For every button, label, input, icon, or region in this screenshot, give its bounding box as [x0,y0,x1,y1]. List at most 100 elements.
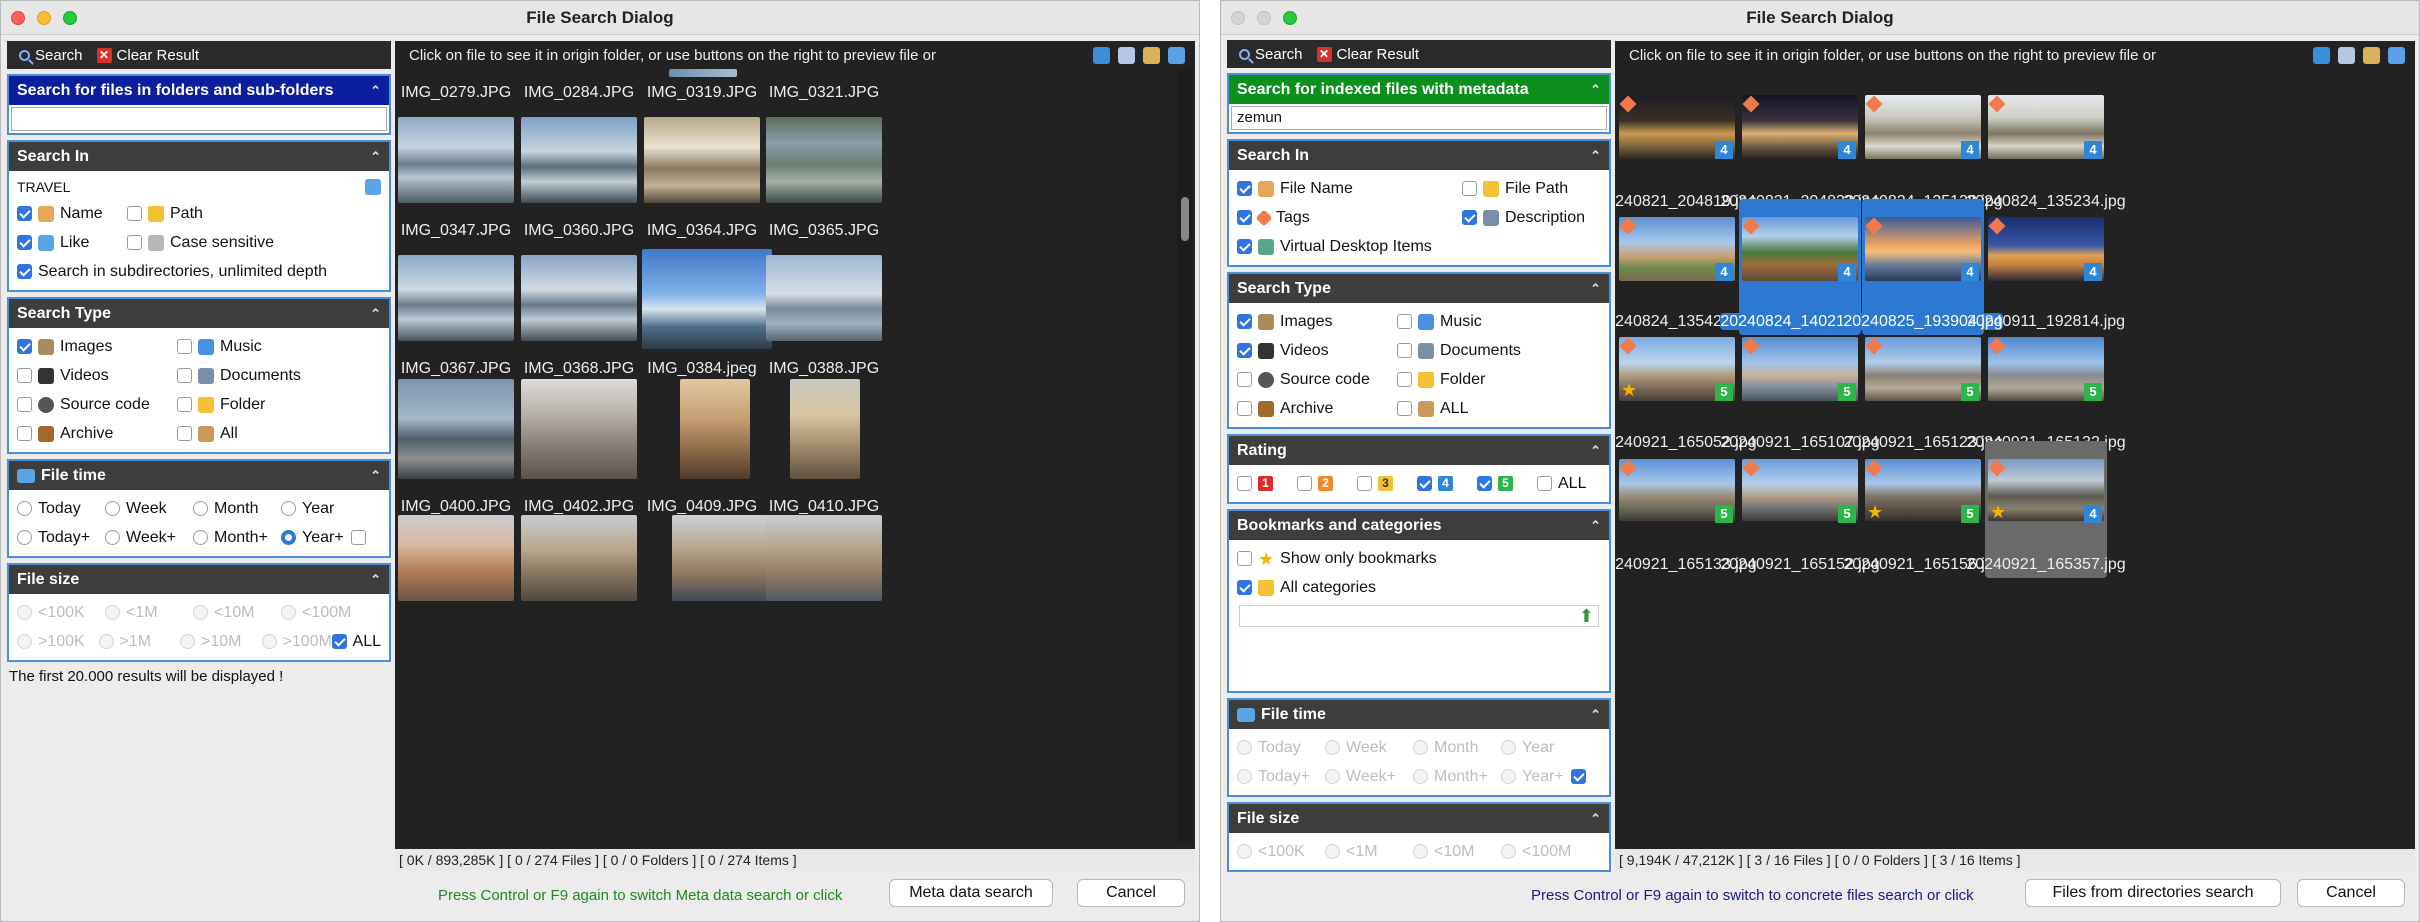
time-week-plus[interactable]: Week+ [1325,768,1413,786]
size-radio[interactable] [1413,844,1428,859]
rating-3[interactable]: 3 [1357,476,1417,491]
rating-1-checkbox[interactable] [1237,476,1252,491]
search-in-header[interactable]: Search In ⌃ [1229,141,1609,170]
image-thumbnail[interactable] [790,379,860,479]
like-checkbox[interactable] [17,235,32,250]
rating-all[interactable]: ALL [1537,475,1586,493]
time-month[interactable]: Month [1413,739,1501,757]
images-checkbox[interactable] [1237,314,1252,329]
week-radio[interactable] [105,501,120,516]
subdirectories-option[interactable]: Search in subdirectories, unlimited dept… [17,263,327,281]
type-images[interactable]: Images [17,338,177,356]
year-plus-radio[interactable] [281,530,296,545]
like-option[interactable]: Like [17,234,127,252]
file-caption[interactable]: IMG_0365.JPG [734,222,914,240]
archive-checkbox[interactable] [17,426,32,441]
metadata-search-input[interactable]: zemun [1231,106,1607,130]
image-preview-icon[interactable] [2363,47,2380,64]
today-plus-radio[interactable] [1237,769,1252,784]
image-thumbnail[interactable] [521,255,637,341]
source-code-checkbox[interactable] [17,397,32,412]
image-thumbnail[interactable] [672,515,772,601]
image-thumbnail[interactable] [521,117,637,203]
type-archive[interactable]: Archive [17,425,177,443]
file-name-option[interactable]: File Name [1237,180,1462,198]
document-preview-icon[interactable] [2338,47,2355,64]
week-plus-radio[interactable] [1325,769,1340,784]
folder-checkbox[interactable] [177,397,192,412]
vertical-scrollbar[interactable] [1177,69,1193,841]
time-year-plus[interactable]: Year+ [281,529,351,547]
rating-all-checkbox[interactable] [1537,476,1552,491]
size-radio[interactable] [1237,844,1252,859]
bookmarks-header[interactable]: Bookmarks and categories ⌃ [1229,511,1609,540]
all-types-checkbox[interactable] [177,426,192,441]
image-thumbnail[interactable] [521,515,637,601]
show-only-bookmarks-checkbox[interactable] [1237,551,1252,566]
documents-checkbox[interactable] [1397,343,1412,358]
search-section-header[interactable]: Search for files in folders and sub-fold… [9,76,389,105]
time-month-plus[interactable]: Month+ [193,529,281,547]
eye-icon[interactable] [2388,47,2405,64]
all-types-checkbox[interactable] [1397,401,1412,416]
time-today[interactable]: Today [17,500,105,518]
show-only-bookmarks-option[interactable]: ★ Show only bookmarks [1237,550,1437,568]
time-year[interactable]: Year [281,500,334,518]
image-thumbnail[interactable] [644,117,760,203]
rating-3-checkbox[interactable] [1357,476,1372,491]
document-preview-icon[interactable] [1118,47,1135,64]
description-option[interactable]: Description [1462,209,1585,227]
rating-1[interactable]: 1 [1237,476,1297,491]
source-code-checkbox[interactable] [1237,372,1252,387]
size-all-checkbox[interactable] [331,634,347,649]
year-plus-radio[interactable] [1501,769,1516,784]
size-radio[interactable] [261,634,277,649]
cancel-button[interactable]: Cancel [2297,879,2405,907]
thumbnail-partial[interactable] [669,69,737,77]
archive-checkbox[interactable] [1237,401,1252,416]
type-documents[interactable]: Documents [177,367,301,385]
upload-arrow-icon[interactable]: ⬆ [1579,606,1594,627]
metadata-search-header[interactable]: Search for indexed files with metadata ⌃ [1229,75,1609,104]
folder-picker-icon[interactable] [365,179,381,195]
rating-header[interactable]: Rating ⌃ [1229,436,1609,465]
size-radio[interactable] [105,605,120,620]
image-thumbnail[interactable] [398,515,514,601]
videos-checkbox[interactable] [17,368,32,383]
rating-2-checkbox[interactable] [1297,476,1312,491]
time-today-plus[interactable]: Today+ [1237,768,1325,786]
file-time-header[interactable]: File time ⌃ [9,461,389,490]
size-radio[interactable] [193,605,208,620]
size-radio[interactable] [1501,844,1516,859]
image-thumbnail[interactable] [642,249,772,349]
all-categories-option[interactable]: All categories [1237,579,1376,597]
file-size-header[interactable]: File size ⌃ [1229,804,1609,833]
file-time-all-checkbox[interactable] [1571,769,1586,784]
search-button[interactable]: Search [1239,46,1303,63]
file-caption[interactable]: IMG_0321.JPG [734,84,914,102]
month-plus-radio[interactable] [193,530,208,545]
music-checkbox[interactable] [1397,314,1412,329]
scrollbar-thumb[interactable] [1181,197,1189,241]
clear-result-button[interactable]: ✕ Clear Result [1316,46,1419,63]
eye-icon[interactable] [1168,47,1185,64]
description-checkbox[interactable] [1462,210,1477,225]
size-gt-100m[interactable]: >100M [261,633,332,651]
meta-data-search-button[interactable]: Meta data search [889,879,1053,907]
today-plus-radio[interactable] [17,530,32,545]
file-path-checkbox[interactable] [1462,181,1477,196]
image-thumbnail[interactable] [398,379,514,479]
category-input[interactable]: ⬆ [1239,605,1599,627]
type-all[interactable]: All [177,425,238,443]
cancel-button[interactable]: Cancel [1077,879,1185,907]
time-week-plus[interactable]: Week+ [105,529,193,547]
type-source-code[interactable]: Source code [17,396,177,414]
documents-checkbox[interactable] [177,368,192,383]
size-lt-100m[interactable]: <100M [281,604,351,622]
file-caption[interactable]: 20240921_165357.jpg [1956,556,2136,574]
rating-5[interactable]: 5 [1477,476,1537,491]
folder-checkbox[interactable] [1397,372,1412,387]
size-lt-1m[interactable]: <1M [105,604,193,622]
type-music[interactable]: Music [177,338,262,356]
rating-4[interactable]: 4 [1417,476,1477,491]
